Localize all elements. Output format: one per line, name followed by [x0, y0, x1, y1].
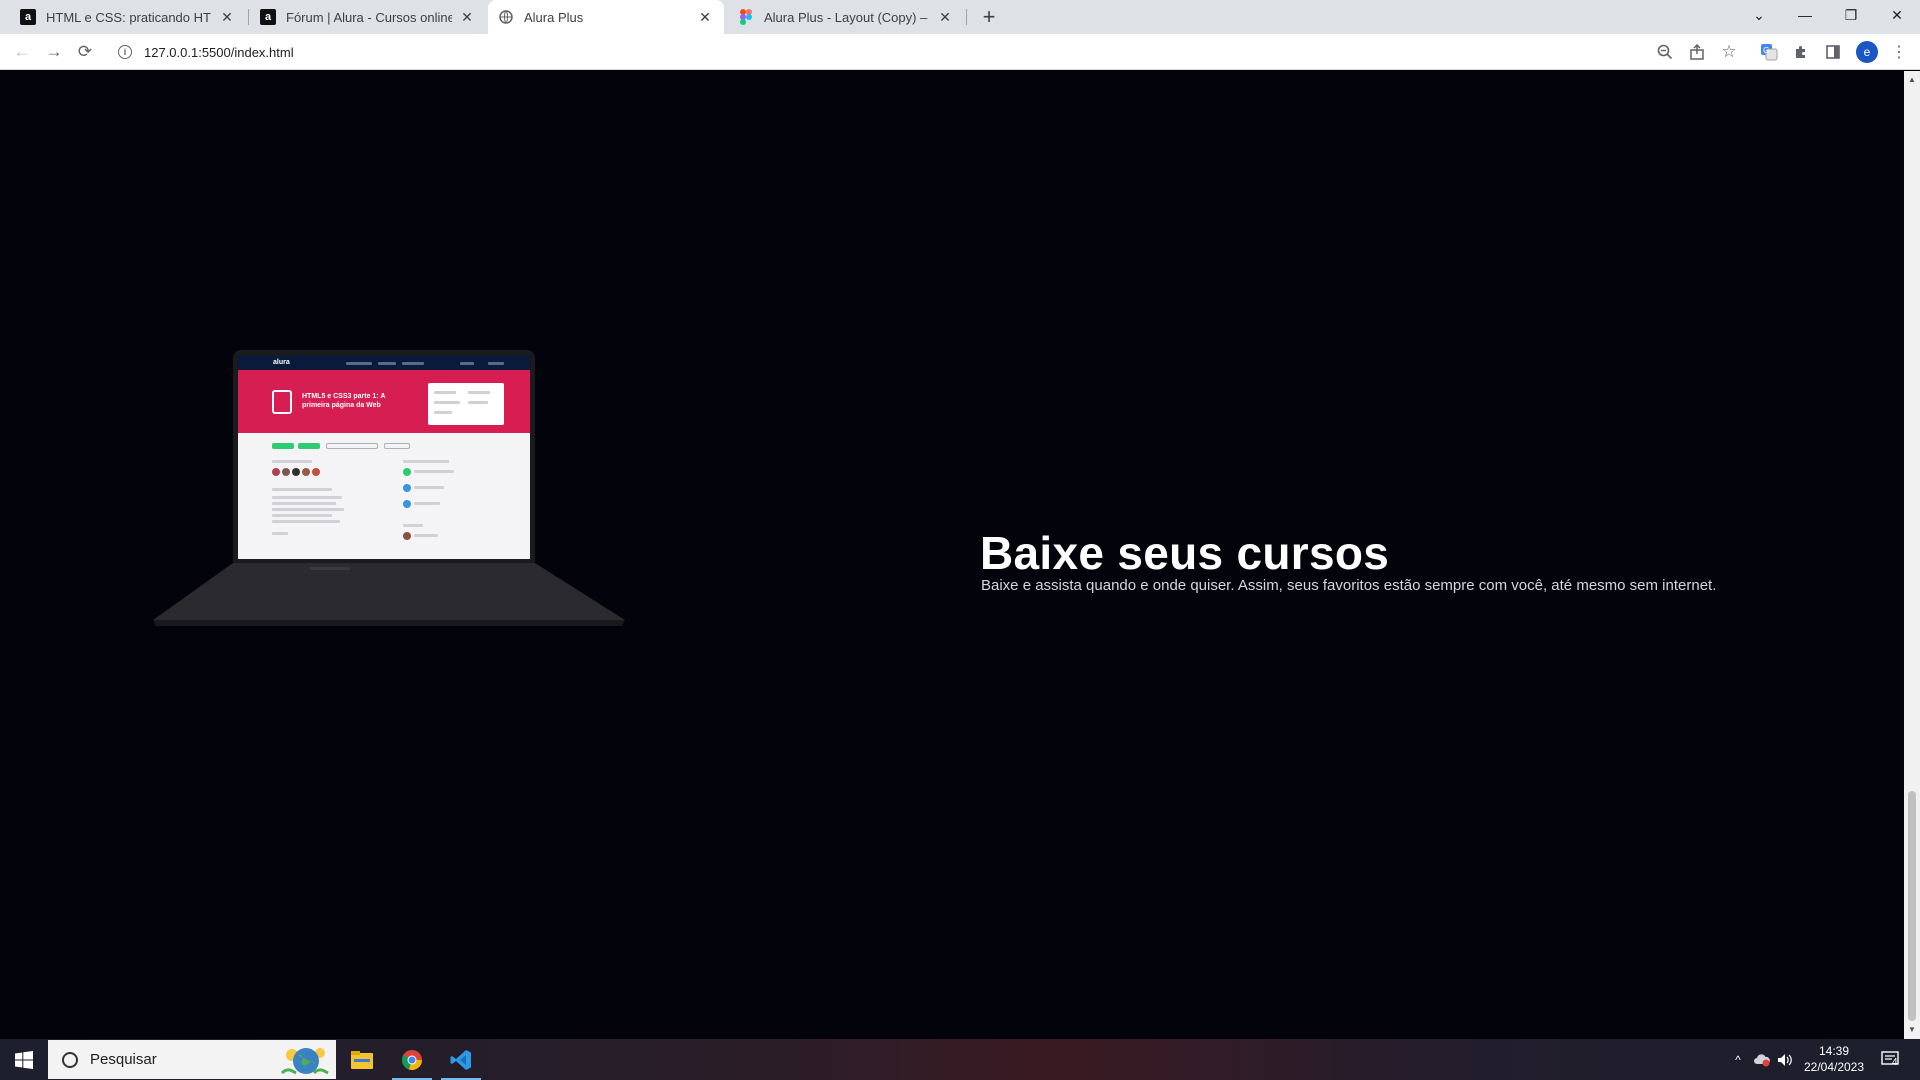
course-title: HTML5 e CSS3 parte 1: A primeira página … [302, 393, 386, 409]
browser-toolbar: ← → ⟳ i 127.0.0.1:5500/index.html ☆ G ⋮ [0, 34, 1920, 70]
menu-kebab-icon[interactable]: ⋮ [1889, 42, 1909, 62]
page-scrollbar[interactable]: ▲ ▼ [1904, 71, 1920, 1039]
chrome-taskbar-button[interactable] [388, 1039, 436, 1080]
tab-title: HTML e CSS: praticando HTML/C [46, 9, 212, 25]
windows-taskbar: Pesquisar ^ 14:39 22/04/2023 4 [0, 1039, 1920, 1080]
close-icon[interactable]: ✕ [458, 8, 476, 26]
scroll-up-arrow-icon[interactable]: ▲ [1908, 75, 1916, 84]
close-icon[interactable]: ✕ [218, 8, 236, 26]
course-info-card [428, 383, 504, 425]
bookmark-star-icon[interactable]: ☆ [1719, 42, 1739, 62]
screen-button [326, 443, 378, 449]
back-button[interactable]: ← [10, 40, 34, 64]
restore-button[interactable]: ❐ [1828, 0, 1874, 30]
volume-icon[interactable] [1774, 1039, 1796, 1080]
show-hidden-icons-chevron-icon[interactable]: ^ [1728, 1039, 1748, 1080]
tab-alura-plus[interactable]: Alura Plus ✕ [488, 0, 724, 34]
screen-hero: HTML5 e CSS3 parte 1: A primeira página … [238, 370, 530, 433]
close-window-button[interactable]: ✕ [1874, 0, 1920, 30]
close-icon[interactable]: ✕ [936, 8, 954, 26]
extensions-puzzle-icon[interactable] [1791, 42, 1811, 62]
search-placeholder: Pesquisar [90, 1051, 157, 1068]
tab-figma[interactable]: Alura Plus - Layout (Copy) – Figm ✕ [728, 0, 964, 34]
screen-navbar: alura [238, 356, 530, 370]
screen-button [272, 443, 294, 449]
laptop-screen-frame: alura HTML5 e CSS3 parte 1: A primeira p… [233, 350, 535, 563]
url-text: 127.0.0.1:5500/index.html [144, 44, 294, 60]
section-description: Baixe e assista quando e onde quiser. As… [981, 577, 1717, 594]
notification-icon [1881, 1050, 1899, 1065]
address-bar[interactable]: i 127.0.0.1:5500/index.html [110, 38, 1720, 66]
svg-text:G: G [1763, 46, 1769, 55]
vscode-taskbar-button[interactable] [437, 1039, 485, 1080]
section-title: Baixe seus cursos [980, 527, 1390, 579]
taskbar-search[interactable]: Pesquisar [48, 1040, 336, 1079]
share-icon[interactable] [1687, 42, 1707, 62]
close-icon[interactable]: ✕ [696, 8, 714, 26]
laptop-keyboard-base [153, 563, 625, 626]
notification-center-button[interactable]: 4 [1876, 1039, 1906, 1080]
laptop-image: alura HTML5 e CSS3 parte 1: A primeira p… [150, 350, 630, 650]
figma-icon [738, 9, 754, 25]
tab-search-button[interactable]: ⌄ [1736, 0, 1782, 30]
earth-day-illustration-icon [280, 1048, 329, 1075]
clock-date: 22/04/2023 [1803, 1060, 1865, 1074]
laptop-screen: alura HTML5 e CSS3 parte 1: A primeira p… [238, 356, 530, 559]
alura-icon: a [260, 9, 276, 25]
file-explorer-icon [351, 1050, 373, 1069]
browser-tab-strip: a HTML e CSS: praticando HTML/C ✕ a Fóru… [0, 0, 1920, 34]
globe-icon [498, 9, 514, 25]
zoom-icon[interactable] [1655, 42, 1675, 62]
profile-avatar[interactable]: e [1856, 41, 1878, 63]
info-icon[interactable]: i [118, 45, 132, 59]
tab-title: Alura Plus [524, 9, 584, 25]
search-icon [62, 1051, 78, 1068]
taskbar-clock[interactable]: 14:39 22/04/2023 [1794, 1043, 1874, 1075]
tab-title: Fórum | Alura - Cursos online de [286, 9, 452, 25]
reload-button[interactable]: ⟳ [73, 40, 97, 64]
tab-forum[interactable]: a Fórum | Alura - Cursos online de ✕ [250, 0, 486, 34]
notification-count-badge: 4 [1892, 1057, 1898, 1068]
screen-button [298, 443, 320, 449]
windows-start-button[interactable] [0, 1039, 48, 1080]
forward-button[interactable]: → [42, 40, 66, 64]
tab-html-css[interactable]: a HTML e CSS: praticando HTML/C ✕ [10, 0, 246, 34]
file-explorer-taskbar-button[interactable] [338, 1039, 386, 1080]
alura-icon: a [20, 9, 36, 25]
clock-time: 14:39 [1818, 1044, 1850, 1058]
chrome-icon [401, 1049, 422, 1070]
translate-extension-icon[interactable]: G [1759, 42, 1779, 62]
onedrive-status-icon[interactable] [1750, 1039, 1774, 1080]
tab-separator [248, 9, 249, 25]
new-tab-button[interactable]: + [976, 4, 1002, 30]
tab-title: Alura Plus - Layout (Copy) – Figm [764, 9, 930, 25]
side-panel-icon[interactable] [1823, 42, 1843, 62]
course-badge-icon [272, 390, 292, 414]
screen-button [384, 443, 410, 449]
vscode-icon [450, 1049, 471, 1070]
scrollbar-thumb[interactable] [1908, 791, 1916, 1021]
tab-separator [966, 9, 967, 25]
minimize-button[interactable]: — [1782, 0, 1828, 30]
scroll-down-arrow-icon[interactable]: ▼ [1908, 1025, 1916, 1034]
alura-logo: alura [273, 359, 290, 366]
